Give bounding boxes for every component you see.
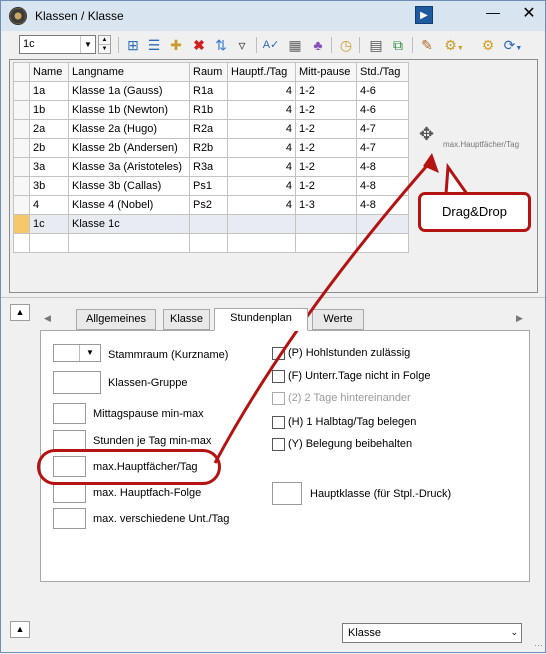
drag-arrow-head [423,153,439,173]
highlight-ellipse [37,449,221,485]
callout-pointer [444,162,470,196]
tab-stundenplan[interactable]: Stundenplan [214,308,308,331]
application-window: Klassen / Klasse ▶ ― ✕ 1c ▼ ▲ ▼ ⊞ ☰ ✚ ✖ … [0,0,546,653]
drag-drop-callout: Drag&Drop [418,192,531,232]
drag-ghost-label: max.Hauptfächer/Tag [443,140,520,149]
move-icon: ✥ [419,124,435,144]
